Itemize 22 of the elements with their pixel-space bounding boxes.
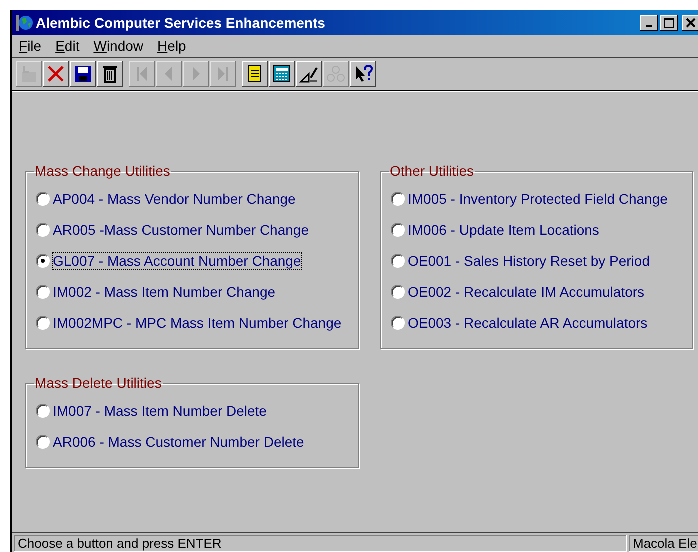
option-label[interactable]: IM007 - Mass Item Number Delete	[52, 402, 268, 420]
option-label[interactable]: GL007 - Mass Account Number Change	[52, 252, 302, 270]
menu-item[interactable]: Window	[94, 38, 144, 54]
option-label[interactable]: AR006 - Mass Customer Number Delete	[52, 432, 306, 450]
option-label[interactable]: OE001 - Sales History Reset by Period	[407, 252, 651, 270]
option-label[interactable]: IM005 - Inventory Protected Field Change	[407, 190, 669, 208]
menu-item[interactable]: File	[19, 38, 42, 54]
group-title: Mass Delete Utilities	[34, 375, 163, 391]
group-title: Other Utilities	[389, 163, 476, 179]
window-title: Alembic Computer Services Enhancements	[36, 14, 326, 30]
option-label[interactable]: IM002MPC - MPC Mass Item Number Change	[52, 314, 343, 332]
status-message: Choose a button and press ENTER	[14, 535, 627, 552]
option-label[interactable]: IM002 - Mass Item Number Change	[52, 282, 277, 300]
group-title: Mass Change Utilities	[34, 163, 172, 179]
option-label[interactable]: AP004 - Mass Vendor Number Change	[52, 190, 297, 208]
menu-item[interactable]: Help	[158, 38, 186, 54]
option-label[interactable]: IM006 - Update Item Locations	[407, 220, 600, 238]
option-label[interactable]: OE003 - Recalculate AR Accumulators	[407, 314, 649, 332]
option-label[interactable]: OE002 - Recalculate IM Accumulators	[407, 282, 646, 300]
menu-item[interactable]: Edit	[56, 38, 80, 54]
option-label[interactable]: AR005 -Mass Customer Number Change	[52, 220, 310, 238]
status-panel: Macola Ele	[629, 535, 698, 552]
